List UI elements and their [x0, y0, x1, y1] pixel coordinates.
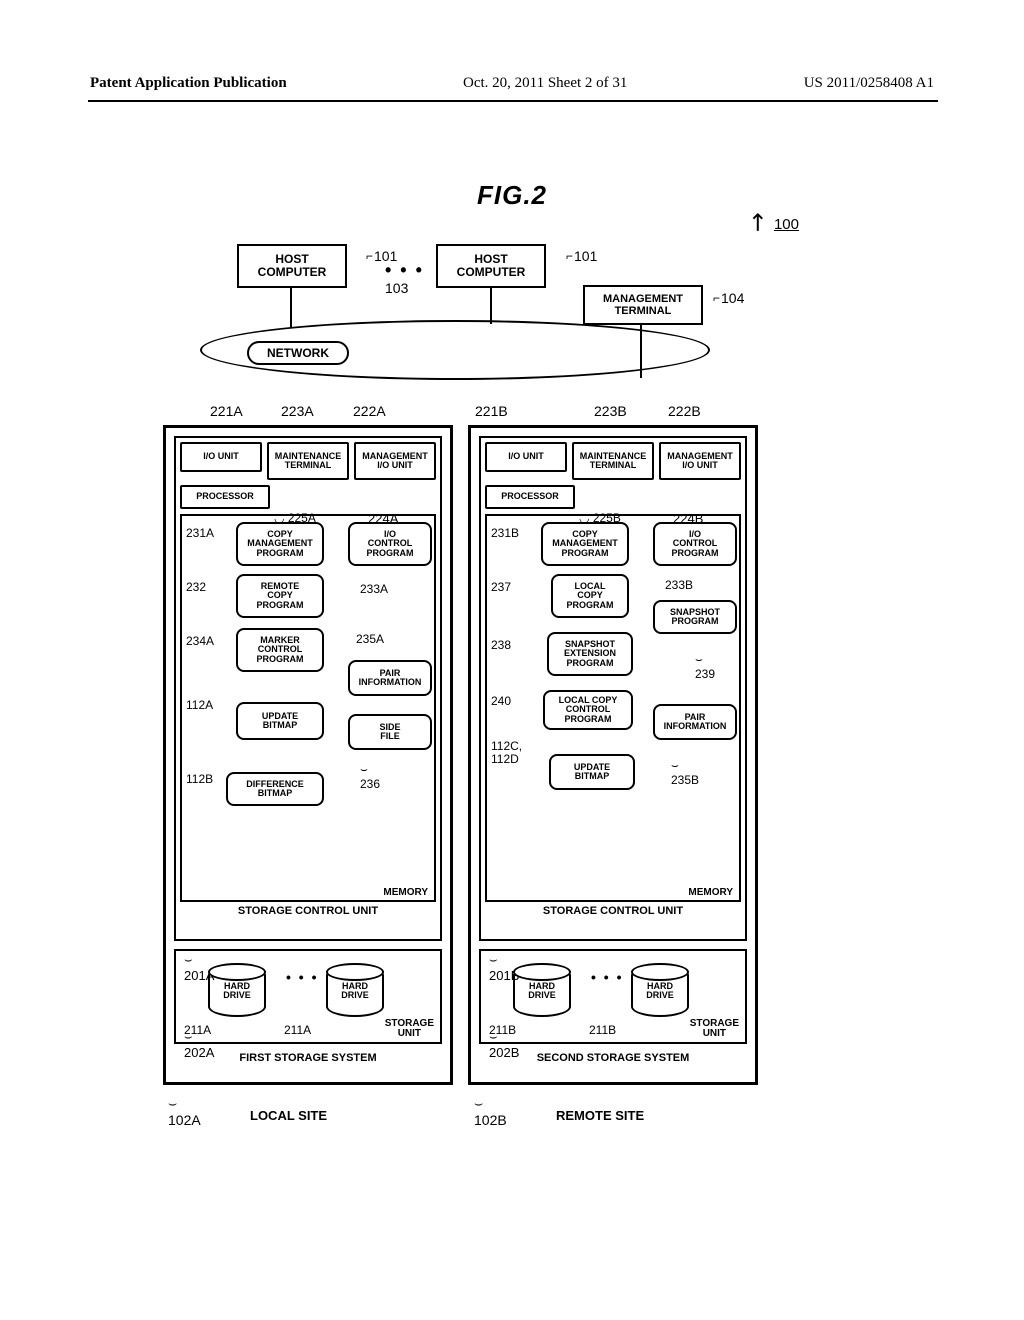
remote-copy-prog: REMOTE COPY PROGRAM — [236, 574, 324, 618]
connector-line — [640, 324, 642, 378]
storage-unit-title-a: STORAGE UNIT — [385, 1019, 434, 1039]
pair-info-a: PAIR INFORMATION — [348, 660, 432, 696]
ellipsis-hosts: • • • — [385, 260, 424, 281]
pub-number: US 2011/0258408 A1 — [804, 75, 934, 92]
ref-221a: 221A — [210, 403, 243, 419]
ref-1o12a: 112A — [186, 698, 213, 712]
io-unit-b: I/O UNIT — [485, 442, 567, 472]
local-copy-ctrl-prog: LOCAL COPY CONTROL PROGRAM — [543, 690, 633, 730]
scu-title-b: STORAGE CONTROL UNIT — [485, 905, 741, 917]
ref-240: 240 — [491, 694, 511, 708]
memory-label-b: MEMORY — [688, 887, 733, 898]
first-storage-system: I/O UNIT MAINTENANCE TERMINAL MANAGEMENT… — [163, 425, 453, 1085]
management-io-unit-b: MANAGEMENT I/O UNIT — [659, 442, 741, 480]
maintenance-terminal-a: MAINTENANCE TERMINAL — [267, 442, 349, 480]
ref-104: ⌐104 — [712, 290, 744, 306]
management-terminal-top: MANAGEMENT TERMINAL — [583, 285, 703, 325]
ellipsis-drives-b: • • • — [591, 969, 623, 985]
io-unit-a: I/O UNIT — [180, 442, 262, 472]
update-bitmap-a: UPDATE BITMAP — [236, 702, 324, 740]
local-site-title: LOCAL SITE — [250, 1108, 327, 1123]
snapshot-ext-prog: SNAPSHOT EXTENSION PROGRAM — [547, 632, 633, 676]
ref-239: ⌣239 — [695, 652, 715, 681]
host-computer-right: HOST COMPUTER — [436, 244, 546, 288]
host-computer-left: HOST COMPUTER — [237, 244, 347, 288]
network-label: NETWORK — [247, 341, 349, 365]
ref-234a: 234A — [186, 634, 214, 648]
ref-222a: 222A — [353, 403, 386, 419]
connector-line — [490, 288, 492, 324]
ref-223b: 223B — [594, 403, 627, 419]
ref-232: 232 — [186, 580, 206, 594]
scu-title-a: STORAGE CONTROL UNIT — [180, 905, 436, 917]
ref-236: ⌣236 — [360, 762, 380, 791]
ref-102a: ⌣102A — [168, 1095, 201, 1128]
hard-drive-a1: HARD DRIVE — [208, 965, 266, 1017]
memory-label-a: MEMORY — [383, 887, 428, 898]
snapshot-prog: SNAPSHOT PROGRAM — [653, 600, 737, 634]
storage-control-unit-b: I/O UNIT MAINTENANCE TERMINAL MANAGEMENT… — [479, 436, 747, 941]
ref-233a: 233A — [360, 582, 388, 596]
management-io-unit-a: MANAGEMENT I/O UNIT — [354, 442, 436, 480]
side-file: SIDE FILE — [348, 714, 432, 750]
ref-233b: 233B — [665, 578, 693, 592]
difference-bitmap: DIFFERENCE BITMAP — [226, 772, 324, 806]
update-bitmap-b: UPDATE BITMAP — [549, 754, 635, 790]
figure-title: FIG.2 — [0, 180, 1024, 211]
ref-221b: 221B — [475, 403, 508, 419]
ref-211a-2: 211A — [284, 1023, 311, 1037]
hard-drive-b1: HARD DRIVE — [513, 965, 571, 1017]
ref-211b-2: 211B — [589, 1023, 616, 1037]
ellipsis-drives-a: • • • — [286, 969, 318, 985]
ref-202a: ⌣202A — [184, 1029, 214, 1060]
ref-112cd: 112C, 112D — [491, 740, 522, 766]
date-sheet: Oct. 20, 2011 Sheet 2 of 31 — [463, 75, 627, 92]
connector-line — [290, 288, 292, 328]
copy-mgmt-prog-a: COPY MANAGEMENT PROGRAM — [236, 522, 324, 566]
second-storage-system: I/O UNIT MAINTENANCE TERMINAL MANAGEMENT… — [468, 425, 758, 1085]
pub-label: Patent Application Publication — [90, 75, 287, 92]
ref-231a: 231A — [186, 526, 214, 540]
io-control-prog-a: I/O CONTROL PROGRAM — [348, 522, 432, 566]
hard-drive-b2: HARD DRIVE — [631, 965, 689, 1017]
ref-102b: ⌣102B — [474, 1095, 507, 1128]
remote-site-title: REMOTE SITE — [556, 1108, 644, 1123]
ref-231b: 231B — [491, 526, 519, 540]
ref-235a: 235A — [356, 632, 384, 646]
local-copy-prog: LOCAL COPY PROGRAM — [551, 574, 629, 618]
ref-238: 238 — [491, 638, 511, 652]
hard-drive-a2: HARD DRIVE — [326, 965, 384, 1017]
ref-202b: ⌣202B — [489, 1029, 519, 1060]
header-rule — [88, 100, 938, 102]
marker-ctrl-prog: MARKER CONTROL PROGRAM — [236, 628, 324, 672]
system-ref-100: ↙ 100 — [750, 210, 799, 239]
storage-unit-title-b: STORAGE UNIT — [690, 1019, 739, 1039]
ref-112b: 112B — [186, 772, 213, 786]
ref-101-right: ⌐101 — [565, 248, 597, 264]
ref-235b: ⌣235B — [671, 758, 699, 787]
storage-control-unit-a: I/O UNIT MAINTENANCE TERMINAL MANAGEMENT… — [174, 436, 442, 941]
ref-222b: 222B — [668, 403, 701, 419]
page-header: Patent Application Publication Oct. 20, … — [90, 75, 934, 92]
ref-237: 237 — [491, 580, 511, 594]
copy-mgmt-prog-b: COPY MANAGEMENT PROGRAM — [541, 522, 629, 566]
ref-103: 103 — [385, 280, 408, 296]
ref-223a: 223A — [281, 403, 314, 419]
memory-b: 231B 237 238 240 112C, 112D COPY MANAGEM… — [485, 514, 741, 902]
processor-b: PROCESSOR — [485, 485, 575, 509]
io-control-prog-b: I/O CONTROL PROGRAM — [653, 522, 737, 566]
maintenance-terminal-b: MAINTENANCE TERMINAL — [572, 442, 654, 480]
memory-a: 231A 232 234A 112A 112B COPY MANAGEMENT … — [180, 514, 436, 902]
pair-info-b: PAIR INFORMATION — [653, 704, 737, 740]
processor-a: PROCESSOR — [180, 485, 270, 509]
